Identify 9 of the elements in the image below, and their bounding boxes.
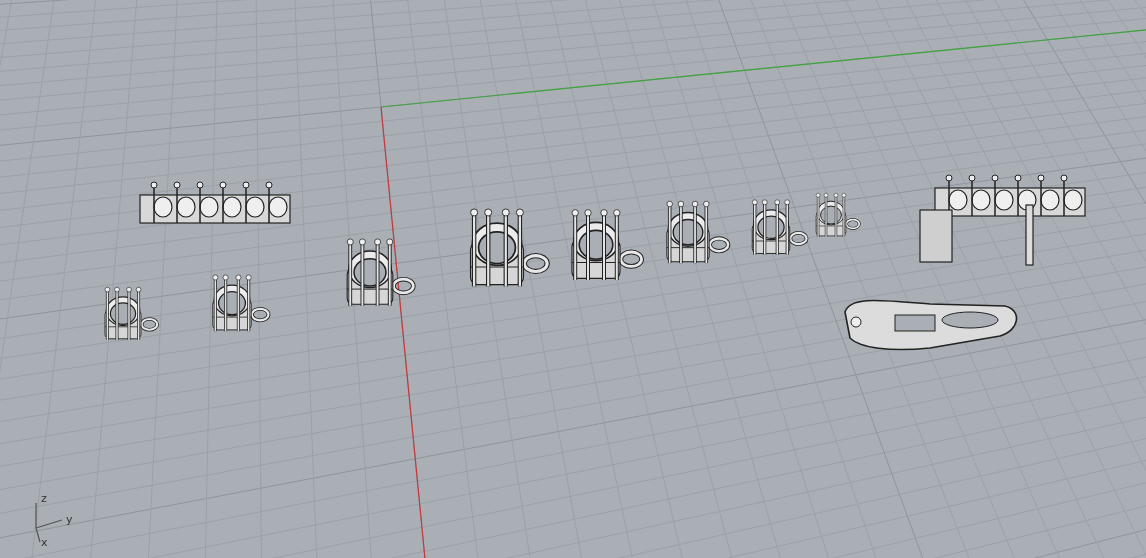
ring-setting-drawing (751, 199, 809, 256)
ring-setting-drawing (212, 274, 271, 332)
ring-setting-drawing (346, 238, 416, 307)
ring-setting-drawing (666, 200, 731, 264)
ring-setting-drawing (815, 193, 861, 238)
axis-label: z (41, 492, 47, 505)
ring-setting-drawing (104, 286, 159, 341)
axis-label: x (41, 536, 48, 549)
axis-label: y (66, 513, 73, 526)
